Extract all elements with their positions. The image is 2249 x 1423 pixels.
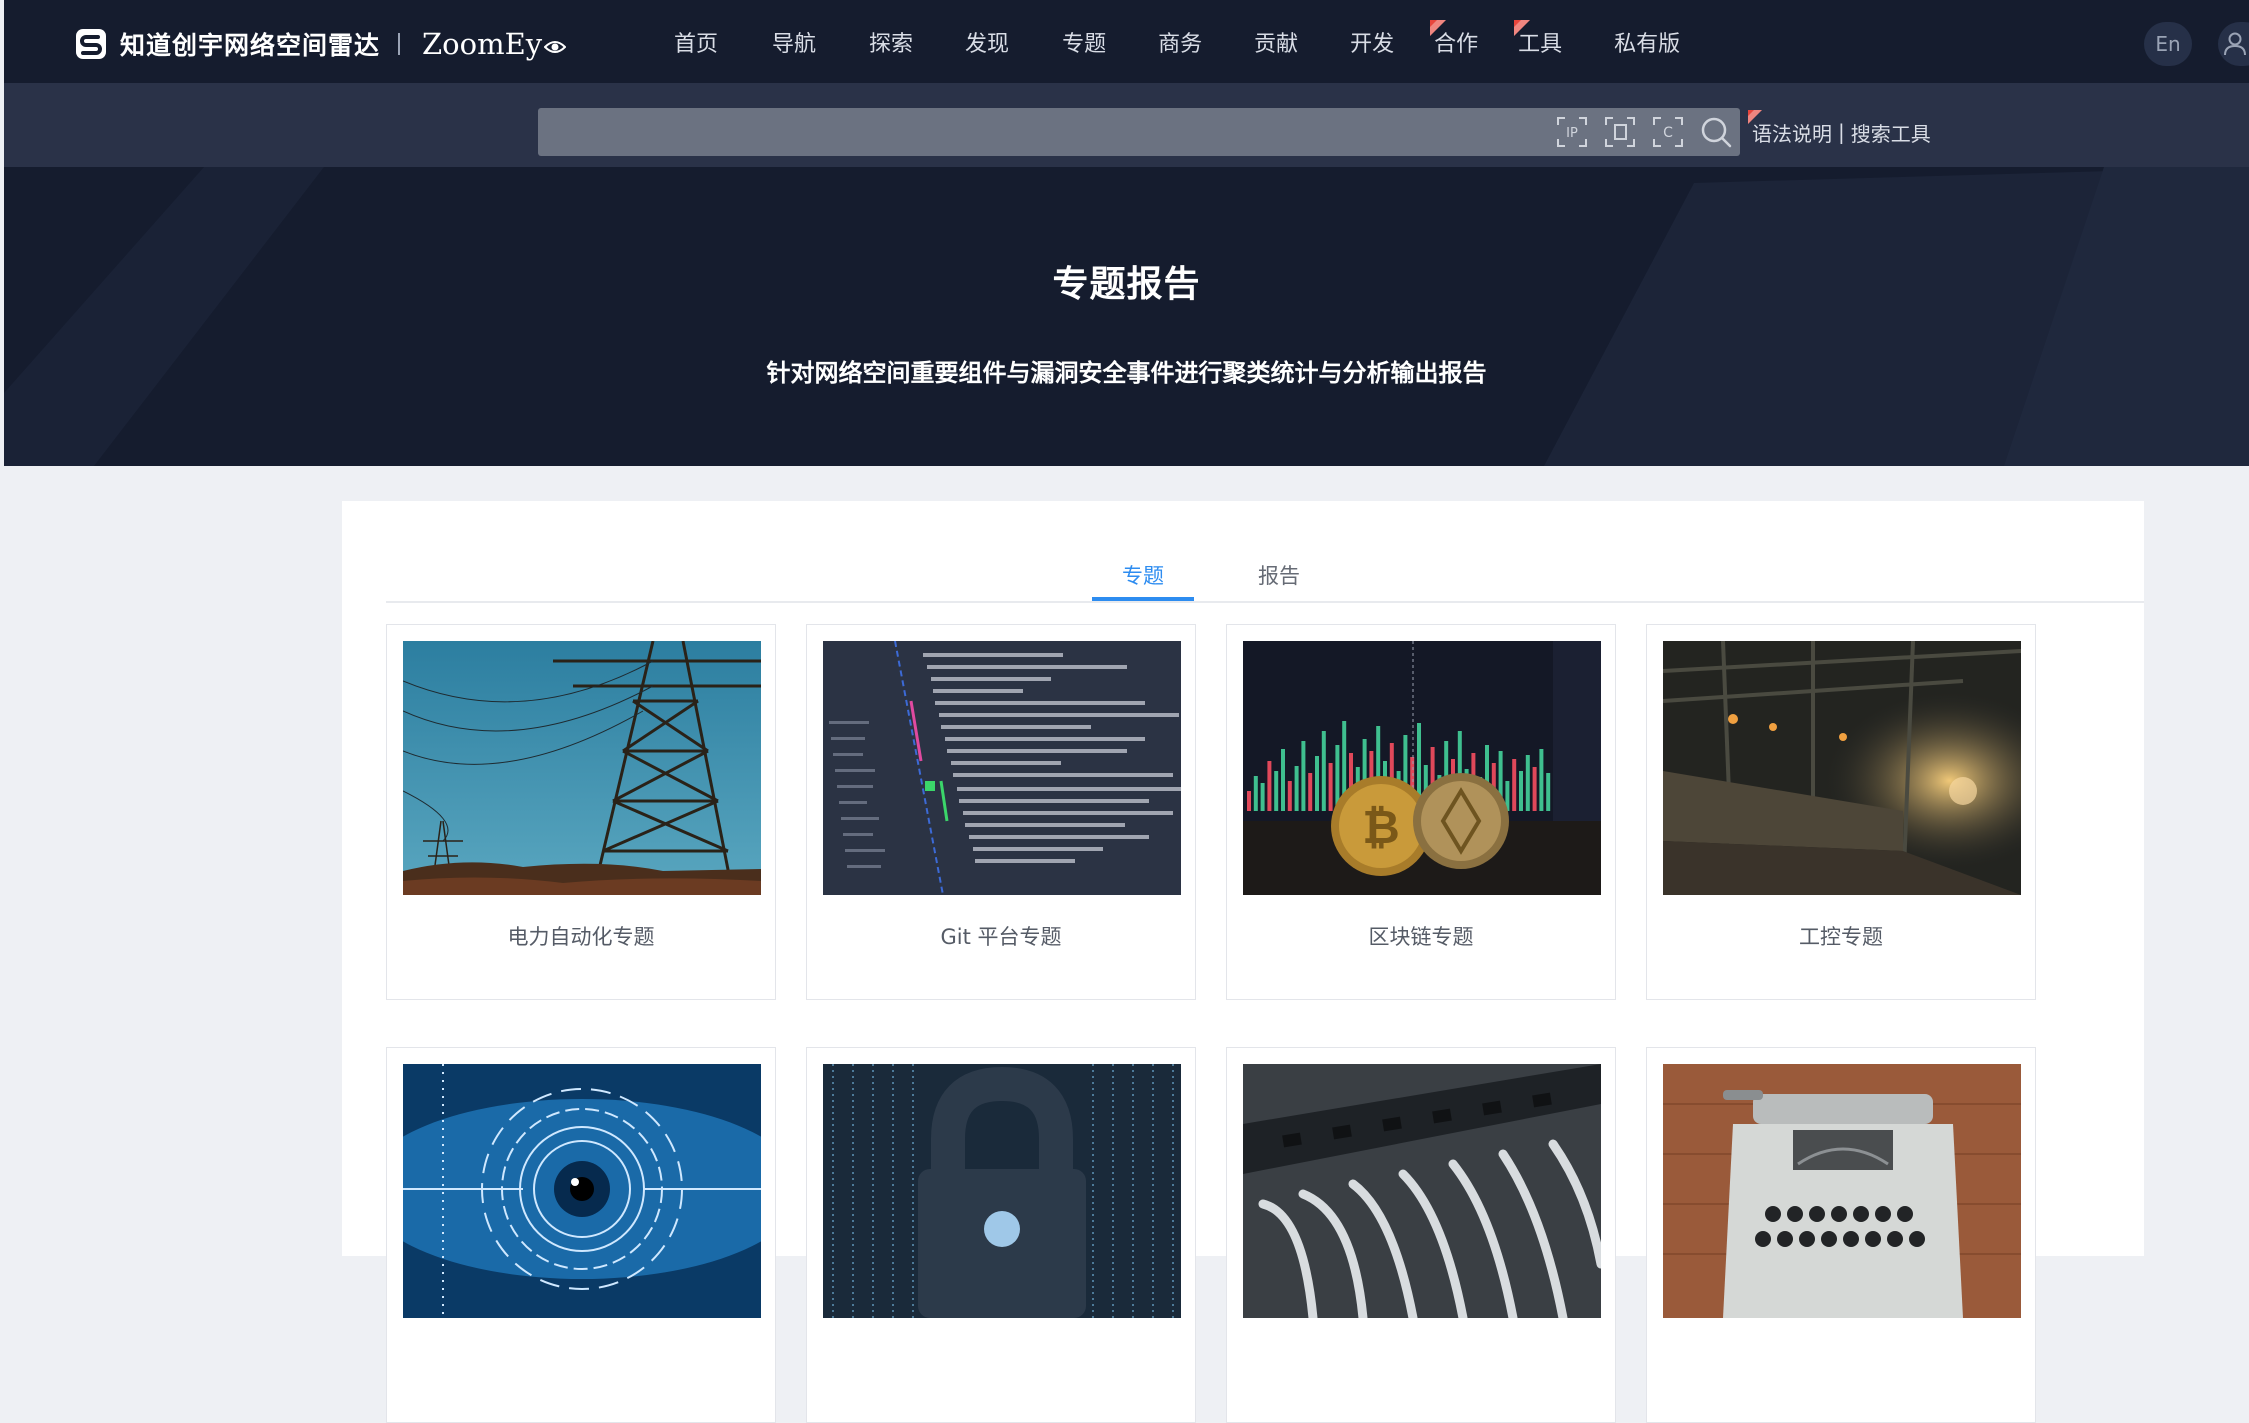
candle-decoration — [1315, 756, 1319, 811]
candle-decoration — [1247, 791, 1251, 811]
nav-item[interactable]: 发现 — [965, 26, 1009, 58]
tab-reports[interactable]: 报告 — [1228, 558, 1330, 601]
nav-item[interactable]: 工具 — [1514, 19, 1562, 58]
search-tools-link[interactable]: 搜索工具 — [1851, 118, 1931, 147]
nav-item[interactable]: 导航 — [772, 26, 816, 58]
link-separator: | — [1838, 120, 1845, 144]
tab-topics[interactable]: 专题 — [1092, 558, 1194, 601]
topic-card-ics[interactable]: 工控专题 — [1646, 624, 2036, 1000]
candle-decoration — [1281, 749, 1285, 811]
candle-decoration — [1539, 749, 1544, 811]
candle-decoration — [1274, 771, 1279, 811]
topic-label: 电力自动化专题 — [507, 925, 655, 949]
candle-decoration — [1301, 741, 1306, 811]
nav-item[interactable]: 探索 — [869, 26, 913, 58]
search-icon[interactable] — [1698, 114, 1734, 150]
user-avatar[interactable] — [2218, 22, 2249, 66]
topic-label: 区块链专题 — [1368, 925, 1474, 949]
topic-card-6[interactable] — [806, 1047, 1196, 1423]
svg-text:₿: ₿ — [1362, 800, 1400, 854]
topic-image-power-tower — [403, 641, 761, 895]
topic-card-power[interactable]: 电力自动化专题 — [386, 624, 776, 1000]
nav-item-label: 发现 — [965, 31, 1010, 57]
topic-image-typewriter — [1663, 1064, 2021, 1318]
ip-search-icon[interactable]: IP — [1554, 114, 1590, 150]
topic-image-padlock-binary — [823, 1064, 1181, 1318]
topic-image-bitcoin-chart: ₿ — [1243, 641, 1601, 895]
logo-cn-text: 知道创宇网络空间雷达 — [120, 31, 381, 60]
nav-item-label: 私有版 — [1614, 31, 1681, 57]
candle-decoration — [1294, 766, 1299, 811]
candle-decoration — [1287, 781, 1292, 811]
topic-card-blockchain[interactable]: ₿ 区块链专题 — [1226, 624, 1616, 1000]
nav-item[interactable]: 开发 — [1350, 26, 1394, 58]
domain-search-icon[interactable] — [1602, 114, 1638, 150]
candle-decoration — [1267, 761, 1272, 811]
eye-icon — [544, 41, 567, 53]
language-toggle[interactable]: En — [2144, 22, 2192, 66]
new-badge-icon — [1748, 110, 1762, 124]
nav-item[interactable]: 商务 — [1158, 26, 1202, 58]
candle-decoration — [1253, 776, 1258, 811]
nav-item-label: 专题 — [1062, 31, 1107, 57]
page: 知道创宇网络空间雷达 ZoomEy 首页 导航 探索 发现 专题 商务 贡献 开发 合作 工具 私有… — [4, 0, 2249, 1423]
nav-item-label: 导航 — [772, 31, 817, 57]
logo-en-text: ZoomEy — [422, 27, 567, 61]
top-nav-bar: 知道创宇网络空间雷达 ZoomEy 首页 导航 探索 发现 专题 商务 贡献 开发 合作 工具 私有… — [4, 0, 2249, 83]
search-links: 语法说明 | 搜索工具 — [1748, 110, 1931, 148]
topic-image-network-switch — [1243, 1064, 1601, 1318]
main-nav: 首页 导航 探索 发现 专题 商务 贡献 开发 合作 工具 私有版 — [674, 0, 1680, 83]
nav-item[interactable]: 贡献 — [1254, 26, 1298, 58]
nav-item[interactable]: 私有版 — [1614, 26, 1680, 58]
nav-item[interactable]: 专题 — [1062, 26, 1106, 58]
nav-item-label: 商务 — [1158, 31, 1203, 57]
topic-label: Git 平台专题 — [940, 925, 1062, 949]
candle-decoration — [1328, 763, 1333, 811]
topic-image-industrial-plant — [1663, 641, 2021, 895]
nav-item[interactable]: 首页 — [674, 26, 718, 58]
content-card: 专题 报告 电力自动化专题 Git 平台专题 ₿ 区块链专题 工控专题 — [342, 501, 2144, 1423]
new-badge-icon — [1514, 19, 1531, 36]
topic-image-eye-scan — [403, 1064, 761, 1318]
zoomeye-logo-icon — [76, 29, 106, 59]
cert-search-icon[interactable]: C — [1650, 114, 1686, 150]
nav-item[interactable]: 合作 — [1430, 19, 1478, 58]
candle-decoration — [1525, 755, 1530, 811]
page-subtitle: 针对网络空间重要组件与漏洞安全事件进行聚类统计与分析输出报告 — [766, 359, 1487, 387]
topic-card-5[interactable] — [386, 1047, 776, 1423]
user-icon — [2224, 32, 2246, 56]
nav-item-label: 开发 — [1350, 31, 1395, 57]
new-badge-icon — [1430, 19, 1447, 36]
nav-item-label: 探索 — [869, 31, 914, 57]
svg-text:IP: IP — [1566, 126, 1578, 141]
candle-decoration — [1519, 771, 1523, 811]
topic-card-8[interactable] — [1646, 1047, 2036, 1423]
topic-card-git[interactable]: Git 平台专题 — [806, 624, 1196, 1000]
nav-item-label: 首页 — [674, 31, 719, 57]
candle-decoration — [1260, 783, 1265, 811]
candle-decoration — [1321, 731, 1326, 811]
search-tools: IP C — [1554, 114, 1746, 150]
candle-decoration — [1532, 767, 1537, 811]
topic-image-code-screen — [823, 641, 1181, 895]
search-bar: IP C 语法说明 | 搜索工具 — [4, 83, 2249, 167]
page-title: 专题报告 — [1052, 264, 1201, 305]
logo-en-label: ZoomEy — [422, 27, 543, 61]
topic-label: 工控专题 — [1799, 925, 1883, 949]
logo-divider — [398, 33, 401, 55]
svg-text:C: C — [1663, 125, 1673, 141]
candle-decoration — [1546, 773, 1551, 811]
logo[interactable]: 知道创宇网络空间雷达 ZoomEy — [74, 26, 567, 62]
tab-bar: 专题 报告 — [386, 558, 2144, 603]
candle-decoration — [1308, 773, 1313, 811]
hero-banner: IP C 语法说明 | 搜索工具 专题报告 针对网络空间重要组件与漏洞安全事件进… — [4, 83, 2249, 466]
nav-item-label: 贡献 — [1254, 31, 1299, 57]
topic-card-7[interactable] — [1226, 1047, 1616, 1423]
candle-decoration — [1512, 759, 1517, 811]
